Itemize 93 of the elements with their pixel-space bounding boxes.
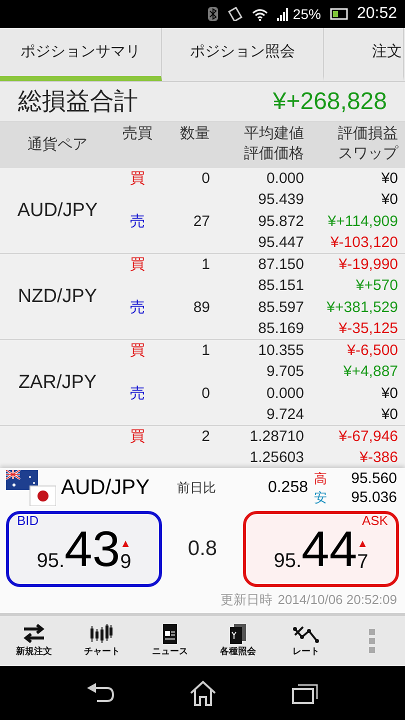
average-price-cell-text: 1.28710 — [248, 427, 304, 447]
currency-pair: NZD/JPY — [18, 286, 98, 308]
column-header: スワップ — [338, 144, 398, 164]
quantity-cell-text: 2 — [200, 427, 210, 447]
price-label: ASK — [362, 514, 388, 528]
quantity-cell-text: 0 — [200, 384, 210, 404]
total-label: 総損益合計 — [18, 86, 138, 116]
average-price-cell-text: 0.000 — [265, 384, 304, 404]
change-value: 0.258 — [268, 478, 308, 498]
price-prefix: 95. — [36, 549, 65, 574]
total-value: ¥+268,828 — [272, 86, 387, 116]
bluetooth-icon — [208, 7, 218, 21]
vibrate-icon — [226, 7, 243, 21]
valuation-price-cell-text: 95.439 — [257, 190, 304, 210]
wifi-icon — [252, 8, 268, 20]
profit-loss-cell-text: ¥+381,529 — [326, 298, 398, 318]
toolbar-button[interactable]: ニュース — [136, 623, 204, 659]
quantity-cell-text: 1 — [200, 341, 210, 361]
swap-cell-text: ¥-35,125 — [338, 319, 398, 340]
updated-label: 更新日時 — [220, 591, 273, 609]
swap-arrows-icon — [21, 623, 47, 646]
profit-loss-cell-text: ¥0 — [380, 384, 398, 404]
swap-cell-text: ¥0 — [380, 405, 398, 426]
quote-pair: AUD/JPY — [61, 475, 151, 502]
trade-side: 売 — [129, 384, 146, 404]
quantity-cell-text: 89 — [192, 298, 210, 318]
tab[interactable]: 注文 — [324, 28, 404, 81]
column-header: 数量 — [179, 124, 210, 144]
low-price: 95.036 — [351, 488, 397, 507]
column-header: 通貨ペア — [26, 135, 88, 155]
profit-loss-cell-text: ¥-19,990 — [338, 255, 398, 275]
toolbar-button[interactable]: 各種照会 — [204, 623, 272, 659]
swap-cell-text: ¥+570 — [354, 276, 398, 296]
currency-pair: ZAR/JPY — [18, 372, 97, 394]
home-icon[interactable] — [189, 680, 218, 706]
tab[interactable]: ポジション照会 — [162, 28, 324, 81]
valuation-price-cell-text: 95.447 — [257, 233, 304, 254]
high-label: 高 — [314, 470, 327, 488]
average-price-cell-text: 87.150 — [257, 255, 304, 275]
price-fraction: 7 — [357, 550, 368, 574]
profit-loss-cell-text: ¥+114,909 — [326, 212, 398, 232]
valuation-price-cell-text: 1.25603 — [248, 448, 304, 468]
toolbar-button[interactable]: レート — [272, 623, 340, 659]
quantity-cell-text: 0 — [200, 169, 210, 189]
valuation-price-cell-text: 85.169 — [257, 319, 304, 340]
trade-side: 売 — [129, 298, 146, 318]
price-fraction: 9 — [120, 550, 132, 574]
spread-value: 0.8 — [188, 536, 218, 562]
up-triangle-icon: ▲ — [357, 538, 368, 550]
high-price: 95.560 — [351, 469, 397, 488]
up-triangle-icon: ▲ — [120, 538, 132, 550]
valuation-price-cell-text: 9.724 — [265, 405, 304, 426]
swap-cell-text: ¥-386 — [358, 448, 398, 468]
profit-loss-cell-text: ¥-6,500 — [346, 341, 398, 361]
column-header: 評価損益 — [338, 124, 398, 144]
clock-time: 20:52 — [356, 4, 397, 24]
average-price-cell-text: 95.872 — [257, 212, 304, 232]
profit-loss-cell-text: ¥-67,946 — [338, 427, 398, 447]
average-price-cell-text: 0.000 — [265, 169, 304, 189]
recent-apps-icon[interactable] — [292, 682, 318, 704]
price-pips: 43 — [64, 524, 120, 574]
swap-cell-text: ¥0 — [380, 190, 398, 210]
low-label: 安 — [314, 489, 327, 507]
quantity-cell-text: 1 — [200, 255, 210, 275]
battery-percent: 25% — [292, 4, 321, 24]
toolbar-button[interactable]: チャート — [68, 623, 136, 659]
column-header: 売買 — [122, 124, 154, 144]
profit-loss-cell-text: ¥0 — [380, 169, 398, 189]
updated-time: 2014/10/06 20:52:09 — [278, 591, 397, 609]
valuation-price-cell-text: 85.151 — [257, 276, 304, 296]
price-label: BID — [17, 514, 39, 528]
trade-side: 買 — [129, 341, 146, 361]
column-header: 評価価格 — [244, 144, 304, 164]
signal-icon — [276, 8, 289, 20]
quantity-cell-text: 27 — [192, 212, 210, 232]
column-header: 平均建値 — [244, 124, 304, 144]
average-price-cell-text: 10.355 — [257, 341, 304, 361]
swap-cell-text: ¥-103,120 — [329, 233, 398, 254]
price-prefix: 95. — [274, 549, 302, 574]
average-price-cell-text: 85.597 — [257, 298, 304, 318]
price-pips: 44 — [302, 524, 358, 574]
trade-side: 買 — [129, 255, 146, 275]
trade-side: 買 — [129, 169, 146, 189]
currency-pair: AUD/JPY — [17, 200, 98, 222]
back-icon[interactable] — [87, 683, 116, 703]
swap-cell-text: ¥+4,887 — [342, 362, 398, 382]
change-label: 前日比 — [177, 479, 216, 498]
candlestick-icon — [89, 623, 115, 646]
trade-side: 売 — [129, 212, 146, 232]
toolbar-button[interactable]: 新規注文 — [0, 623, 68, 659]
battery-icon — [330, 8, 348, 20]
trade-side: 買 — [129, 427, 146, 447]
valuation-price-cell-text: 9.705 — [265, 362, 304, 382]
